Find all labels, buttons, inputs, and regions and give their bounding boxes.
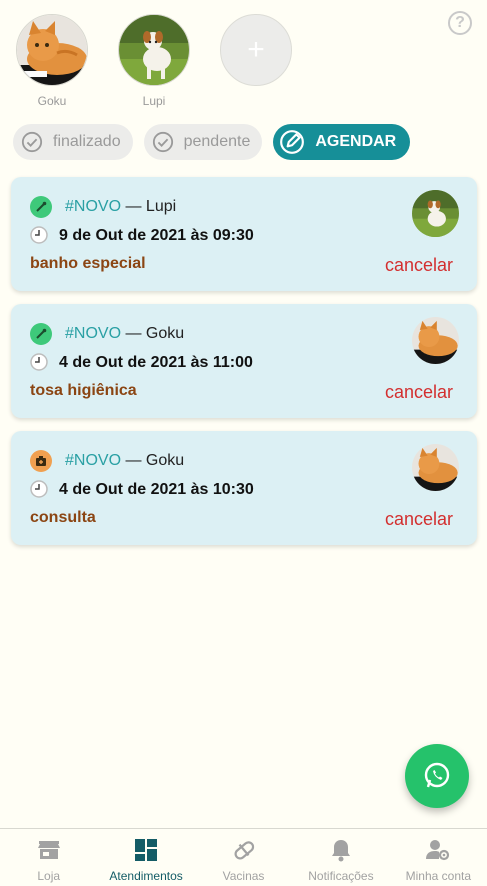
- appointment-date: 4 de Out de 2021 às 11:00: [59, 354, 253, 371]
- pet-selector: Goku Lupi +: [16, 14, 322, 108]
- vet-kit-icon: [30, 450, 52, 472]
- appointment-header: #NOVO — Lupi: [65, 198, 176, 216]
- nav-notificacoes-label: Notificações: [308, 869, 374, 883]
- pill-icon: [234, 841, 254, 860]
- clock-icon: [30, 480, 48, 498]
- appointment-date: 4 de Out de 2021 às 10:30: [59, 481, 254, 498]
- filter-finalizado-chip[interactable]: finalizado: [13, 124, 133, 160]
- pet-thumbnail-goku: [412, 317, 459, 364]
- separator: —: [125, 452, 142, 469]
- filter-bar: finalizado pendente AGENDAR: [13, 124, 421, 160]
- appointment-card[interactable]: #NOVO — Lupi 9 de Out de 2021 às 09:30 b…: [11, 177, 477, 291]
- account-settings-icon: [426, 840, 450, 861]
- pet-avatar-lupi: [118, 14, 190, 86]
- appointment-pet: Goku: [145, 325, 185, 342]
- check-circle-icon: [152, 131, 173, 153]
- status-tag: #NOVO: [65, 325, 122, 342]
- grooming-icon: [30, 323, 52, 345]
- pet-name-lupi: Lupi: [142, 94, 166, 108]
- whatsapp-button[interactable]: [405, 744, 469, 808]
- appointment-pet: Lupi: [145, 198, 177, 215]
- edit-circle-icon: [280, 130, 305, 154]
- pet-goku[interactable]: Goku: [16, 14, 88, 108]
- pet-thumbnail-goku: [412, 444, 459, 491]
- nav-minha-conta[interactable]: Minha conta: [390, 829, 487, 886]
- separator: —: [125, 198, 142, 215]
- bell-icon: [331, 840, 350, 862]
- add-pet[interactable]: +: [220, 14, 292, 108]
- separator: —: [125, 325, 142, 342]
- nav-atendimentos-label: Atendimentos: [109, 869, 183, 883]
- cancel-button[interactable]: cancelar: [385, 509, 453, 530]
- grooming-icon: [30, 196, 52, 218]
- clock-icon: [30, 226, 48, 244]
- schedule-button[interactable]: AGENDAR: [273, 124, 411, 160]
- nav-minha-conta-label: Minha conta: [405, 869, 472, 883]
- pet-avatar-goku: [16, 14, 88, 86]
- appointment-service: tosa higiênica: [30, 382, 137, 399]
- help-icon[interactable]: ?: [448, 11, 472, 35]
- pet-name-goku: Goku: [37, 94, 67, 108]
- appointment-pet: Goku: [145, 452, 185, 469]
- cancel-button[interactable]: cancelar: [385, 382, 453, 403]
- appointment-card[interactable]: #NOVO — Goku 4 de Out de 2021 às 10:30 c…: [11, 431, 477, 545]
- bottom-navigation: Loja Atendimentos Vacinas Notificações M…: [0, 828, 487, 886]
- appointment-header: #NOVO — Goku: [65, 452, 184, 470]
- pet-thumbnail-lupi: [412, 190, 459, 237]
- store-icon: [37, 841, 60, 859]
- nav-atendimentos[interactable]: Atendimentos: [97, 829, 194, 886]
- nav-loja-label: Loja: [37, 869, 61, 883]
- nav-vacinas-label: Vacinas: [222, 869, 265, 883]
- appointment-service: banho especial: [30, 255, 146, 272]
- status-tag: #NOVO: [65, 198, 122, 215]
- nav-vacinas[interactable]: Vacinas: [195, 829, 292, 886]
- add-pet-button[interactable]: +: [220, 14, 292, 86]
- dashboard-icon: [135, 839, 158, 861]
- clock-icon: [30, 353, 48, 371]
- nav-loja[interactable]: Loja: [0, 829, 97, 886]
- appointment-service: consulta: [30, 509, 96, 526]
- appointment-card[interactable]: #NOVO — Goku 4 de Out de 2021 às 11:00 t…: [11, 304, 477, 418]
- check-circle-icon: [21, 131, 43, 153]
- status-tag: #NOVO: [65, 452, 122, 469]
- whatsapp-icon: [424, 762, 450, 788]
- schedule-label: AGENDAR: [315, 133, 397, 150]
- cancel-button[interactable]: cancelar: [385, 255, 453, 276]
- nav-notificacoes[interactable]: Notificações: [292, 829, 389, 886]
- filter-pendente-chip[interactable]: pendente: [143, 124, 263, 160]
- appointment-header: #NOVO — Goku: [65, 325, 184, 343]
- appointment-date: 9 de Out de 2021 às 09:30: [59, 227, 254, 244]
- filter-finalizado-label: finalizado: [53, 133, 121, 150]
- filter-pendente-label: pendente: [183, 133, 251, 150]
- pet-lupi[interactable]: Lupi: [118, 14, 190, 108]
